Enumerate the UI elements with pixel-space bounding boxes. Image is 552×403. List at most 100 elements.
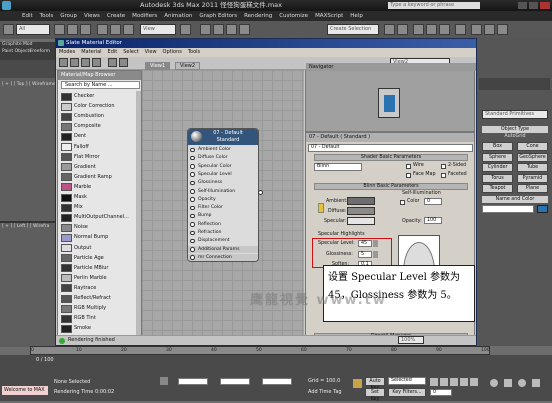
slot-socket-icon[interactable]	[190, 180, 195, 186]
primitive-button[interactable]: Torus	[482, 173, 513, 183]
key-icon[interactable]	[353, 379, 362, 388]
slot-socket-icon[interactable]	[190, 197, 195, 202]
primitive-button[interactable]: Cylinder	[482, 163, 513, 172]
play-icon[interactable]	[450, 378, 458, 386]
slot-socket-icon[interactable]	[190, 222, 195, 227]
node-output-socket[interactable]	[258, 190, 263, 195]
sme-pick-material-icon[interactable]	[70, 58, 79, 67]
sme-layout-icon[interactable]	[108, 58, 117, 67]
maximize-button[interactable]	[529, 2, 538, 9]
layer-icon[interactable]	[413, 24, 424, 35]
menu-group[interactable]: Group	[60, 13, 77, 19]
menu-help[interactable]: Help	[350, 13, 363, 19]
app-logo-icon[interactable]	[2, 1, 11, 10]
next-frame-icon[interactable]	[460, 378, 468, 386]
menu-edit[interactable]: Edit	[22, 13, 33, 19]
selection-set-field[interactable]: Create Selection Set	[327, 24, 379, 41]
mirror-icon[interactable]	[384, 24, 395, 35]
menu-customize[interactable]: Customize	[279, 13, 308, 19]
node-slot[interactable]: Diffuse Color	[188, 154, 258, 162]
left-viewport-label[interactable]: [ + ] [ Left ] [ Wirefra	[2, 224, 49, 229]
move-icon[interactable]	[97, 24, 108, 35]
tab-view1[interactable]: View1	[145, 62, 171, 70]
object-color-swatch[interactable]	[537, 205, 548, 213]
rotate-icon[interactable]	[110, 24, 121, 35]
specular-level-input[interactable]: 45	[358, 240, 372, 247]
self-illum-color-checkbox[interactable]	[400, 200, 405, 205]
key-mode-dropdown[interactable]: Selected	[388, 377, 426, 385]
node-slot[interactable]: Displacement	[188, 237, 258, 245]
prev-frame-icon[interactable]	[440, 378, 448, 386]
z-coord-field[interactable]	[262, 378, 292, 385]
undo-icon[interactable]	[3, 24, 14, 35]
menu-rendering[interactable]: Rendering	[244, 13, 272, 19]
node-slot[interactable]: Glossiness	[188, 179, 258, 187]
primitive-button[interactable]: Pyramid	[517, 173, 548, 183]
snap-icon[interactable]	[200, 24, 211, 35]
goto-end-icon[interactable]	[470, 378, 478, 386]
pan-icon[interactable]	[504, 379, 512, 387]
tab-graphite[interactable]: Graphite Mod	[2, 42, 33, 47]
slot-socket-icon[interactable]	[190, 164, 195, 169]
node-slot[interactable]: Self-Illumination	[188, 188, 258, 196]
sme-menu-view[interactable]: View	[145, 49, 157, 55]
blinn-rollout[interactable]: Blinn Basic Parameters	[314, 183, 468, 190]
slot-socket-icon[interactable]	[190, 230, 195, 235]
scale-icon[interactable]	[123, 24, 134, 35]
glossiness-input[interactable]: 5	[358, 251, 372, 258]
node-slot[interactable]: Specular Color	[188, 163, 258, 171]
y-coord-field[interactable]	[220, 378, 250, 385]
object-type-header[interactable]: Object Type	[482, 126, 548, 133]
sme-menu-material[interactable]: Material	[81, 49, 101, 55]
menu-maxscript[interactable]: MAXScript	[315, 13, 343, 19]
menu-create[interactable]: Create	[107, 13, 125, 19]
goto-start-icon[interactable]	[430, 378, 438, 386]
slot-socket-icon[interactable]	[190, 238, 195, 244]
node-header[interactable]: 07 - Default Standard	[188, 129, 258, 145]
sme-assign-icon[interactable]	[81, 58, 90, 67]
wire-checkbox[interactable]	[406, 164, 411, 169]
material-name-field[interactable]: 07 - Default	[308, 144, 473, 152]
browser-title[interactable]: Material/Map Browser	[58, 71, 141, 80]
node-slot[interactable]: Reflection	[188, 221, 258, 229]
current-frame-field[interactable]: 0	[430, 389, 452, 396]
sme-delete-icon[interactable]	[92, 58, 101, 67]
primitive-button[interactable]: Cone	[517, 142, 548, 151]
sme-menu-options[interactable]: Options	[163, 49, 182, 55]
shader-dropdown[interactable]: Blinn	[314, 163, 362, 171]
timeline[interactable]: 0 10 20 30 40 50 60 70 80 90 100	[30, 346, 490, 355]
menu-graph-editors[interactable]: Graph Editors	[199, 13, 237, 19]
primitive-button[interactable]: Box	[482, 142, 513, 151]
key-filters-button[interactable]: Key Filters...	[388, 388, 426, 397]
maximize-viewport-icon[interactable]	[532, 379, 540, 387]
search-box[interactable]: Type a keyword or phrase	[388, 2, 480, 9]
selection-filter-dropdown[interactable]: All	[16, 24, 50, 35]
slot-socket-icon[interactable]	[190, 172, 195, 177]
material-node[interactable]: 07 - Default Standard Ambient Color Diffu…	[187, 128, 259, 262]
object-name-field[interactable]	[482, 205, 534, 213]
shader-rollout[interactable]: Shader Basic Parameters	[314, 154, 468, 161]
slot-socket-icon[interactable]	[190, 247, 195, 252]
select-icon[interactable]	[54, 24, 65, 35]
top-viewport-label[interactable]: [ + ] [ Top ] [ Wireframe ]	[2, 82, 59, 87]
primitive-button[interactable]: Teapot	[482, 184, 513, 193]
primitive-button[interactable]: GeoSphere	[517, 152, 548, 162]
autogrid-label[interactable]: AutoGrid	[482, 134, 548, 139]
sme-menu-tools[interactable]: Tools	[188, 49, 200, 55]
lock-selection-icon[interactable]	[160, 377, 168, 385]
slot-socket-icon[interactable]	[190, 255, 195, 260]
spinner-snap-icon[interactable]	[239, 24, 250, 35]
primitives-dropdown[interactable]: Standard Primitives	[482, 110, 548, 119]
viewport-divider[interactable]	[0, 221, 57, 223]
node-slot[interactable]: Bump	[188, 212, 258, 220]
render-production-icon[interactable]	[497, 24, 508, 35]
auto-key-button[interactable]: Auto Key	[365, 377, 385, 391]
pivot-icon[interactable]	[180, 24, 191, 35]
tab-view2[interactable]: View2	[175, 62, 201, 70]
navigator-preview[interactable]	[378, 88, 400, 118]
node-slot[interactable]: Opacity	[188, 196, 258, 204]
minimize-button[interactable]	[518, 2, 527, 9]
schematic-icon[interactable]	[439, 24, 450, 35]
slot-socket-icon[interactable]	[190, 213, 195, 219]
glossiness-spinner[interactable]	[373, 251, 378, 258]
